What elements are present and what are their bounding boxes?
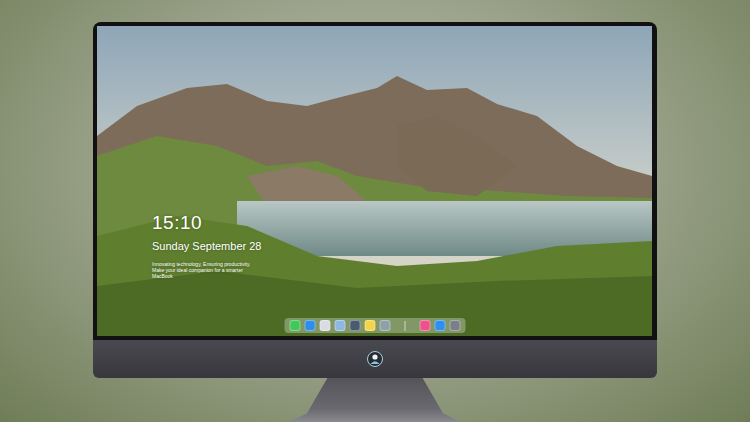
wallpaper-photo	[97, 26, 652, 336]
dock-app-icon[interactable]	[304, 320, 315, 331]
clock-date: Sunday September 28	[152, 239, 652, 253]
dock-app-icon[interactable]	[449, 320, 460, 331]
dock	[284, 318, 465, 333]
dock-group	[289, 320, 390, 331]
clock-time: 15:10	[152, 212, 652, 234]
brand-logo-icon	[367, 351, 383, 367]
dock-app-icon[interactable]	[434, 320, 445, 331]
dock-app-icon[interactable]	[349, 320, 360, 331]
monitor-stand	[290, 378, 460, 422]
dock-separator	[404, 321, 405, 331]
dock-app-icon[interactable]	[319, 320, 330, 331]
monitor: 15:10 Sunday September 28 Innovating techn…	[93, 22, 657, 422]
dock-app-icon[interactable]	[334, 320, 345, 331]
dock-app-icon[interactable]	[379, 320, 390, 331]
monitor-bezel: 15:10 Sunday September 28 Innovating techn…	[93, 22, 657, 340]
dock-app-icon[interactable]	[419, 320, 430, 331]
screen: 15:10 Sunday September 28 Innovating techn…	[97, 26, 652, 336]
tagline-text: Innovating technology, Ensuring producti…	[152, 261, 264, 279]
lock-screen: 15:10 Sunday September 28 Innovating techn…	[97, 26, 652, 336]
dock-group	[419, 320, 460, 331]
monitor-chin	[93, 340, 657, 378]
dock-app-icon[interactable]	[289, 320, 300, 331]
dock-app-icon[interactable]	[364, 320, 375, 331]
